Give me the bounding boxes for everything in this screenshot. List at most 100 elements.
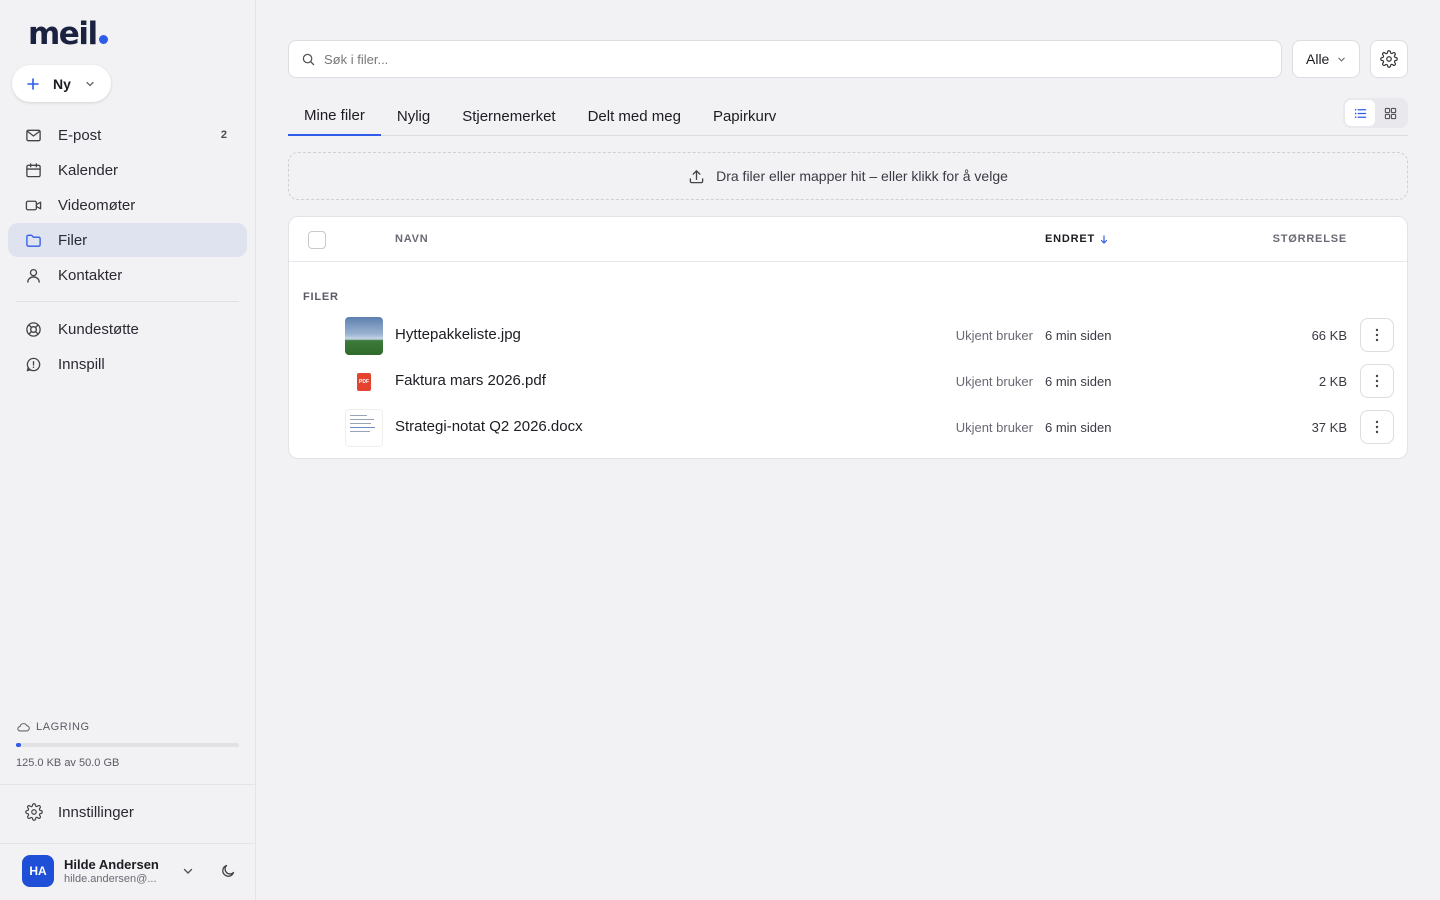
tab-trash[interactable]: Papirkurv	[697, 96, 792, 136]
more-vertical-icon	[1375, 328, 1379, 342]
tab-starred[interactable]: Stjernemerket	[446, 96, 571, 136]
sidebar: meil Ny E-post 2 Kalender Videomøter Fil…	[0, 0, 256, 900]
feedback-icon	[26, 357, 41, 371]
sidebar-item-label: Filer	[58, 231, 88, 249]
search-icon	[302, 53, 315, 65]
sidebar-item-video[interactable]: Videomøter	[8, 188, 247, 222]
storage-label: LAGRING	[36, 721, 90, 733]
more-options-button[interactable]	[1360, 318, 1394, 352]
file-size: 37 KB	[1311, 420, 1347, 435]
sidebar-item-support[interactable]: Kundestøtte	[8, 312, 247, 346]
new-button-label: Ny	[53, 75, 71, 92]
more-options-button[interactable]	[1360, 364, 1394, 398]
video-icon	[25, 200, 42, 210]
file-changed: 6 min siden	[1045, 328, 1112, 343]
filter-value: Alle	[1306, 51, 1330, 67]
user-icon	[27, 268, 40, 283]
grid-view-button[interactable]	[1375, 100, 1405, 126]
arrow-down-icon	[1100, 234, 1108, 244]
unread-count-badge: 2	[220, 129, 227, 141]
sidebar-item-label: Kontakter	[58, 266, 123, 284]
file-size: 2 KB	[1318, 374, 1347, 389]
storage-header: LAGRING	[16, 720, 239, 734]
sidebar-item-label: Videomøter	[58, 196, 136, 214]
gear-icon	[25, 803, 43, 821]
list-view-button[interactable]	[1345, 100, 1375, 126]
table-row[interactable]: Hyttepakkeliste.jpg Ukjent bruker 6 min …	[289, 313, 1407, 359]
sidebar-item-label: Kalender	[58, 161, 119, 179]
sidebar-item-contacts[interactable]: Kontakter	[8, 258, 247, 292]
file-settings-button[interactable]	[1370, 40, 1408, 78]
filter-select[interactable]: Alle	[1292, 40, 1360, 78]
table-row[interactable]: Strategi-notat Q2 2026.docx Ukjent bruke…	[289, 405, 1407, 451]
user-name: Hilde Andersen	[64, 857, 159, 872]
file-name[interactable]: Hyttepakkeliste.jpg	[395, 326, 521, 343]
storage-progress-fill	[16, 743, 21, 747]
file-name[interactable]: Strategi-notat Q2 2026.docx	[395, 418, 583, 435]
logo-text: meil	[28, 16, 98, 52]
table-row[interactable]: PDF Faktura mars 2026.pdf Ukjent bruker …	[289, 359, 1407, 405]
chevron-down-icon	[86, 81, 94, 86]
image-thumbnail	[345, 317, 383, 355]
select-all-checkbox[interactable]	[308, 231, 326, 249]
sidebar-item-label: Innspill	[58, 355, 105, 373]
lifebuoy-icon	[26, 321, 41, 337]
nav-divider	[16, 301, 239, 302]
sidebar-item-files[interactable]: Filer	[8, 223, 247, 257]
user-info: Hilde Andersen hilde.andersen@...	[64, 857, 164, 885]
sidebar-nav-main: E-post 2 Kalender Videomøter Filer Konta…	[8, 118, 247, 382]
file-table: NAVN ENDRET STØRRELSE FILER Hyttepakkeli…	[288, 216, 1408, 459]
storage-progress-bar	[16, 743, 239, 747]
settings-link[interactable]: Innstillinger	[25, 800, 134, 824]
sidebar-item-email[interactable]: E-post 2	[8, 118, 247, 152]
new-button[interactable]: Ny	[12, 65, 111, 102]
more-vertical-icon	[1375, 374, 1379, 388]
cloud-icon	[17, 723, 30, 732]
section-label: FILER	[303, 291, 339, 303]
column-header-size[interactable]: STØRRELSE	[1273, 233, 1347, 245]
logo[interactable]: meil	[28, 14, 108, 50]
calendar-icon	[26, 162, 41, 177]
tab-bar: Mine filer Nylig Stjernemerket Delt med …	[288, 96, 1408, 136]
divider	[0, 784, 255, 785]
more-vertical-icon	[1375, 420, 1379, 434]
sidebar-item-calendar[interactable]: Kalender	[8, 153, 247, 187]
file-size: 66 KB	[1311, 328, 1347, 343]
pdf-icon: PDF	[357, 373, 371, 391]
tab-recent[interactable]: Nylig	[381, 96, 446, 136]
mail-icon	[26, 129, 41, 141]
column-header-changed[interactable]: ENDRET	[1045, 233, 1108, 245]
storage-widget: LAGRING 125.0 KB av 50.0 GB	[16, 720, 239, 769]
storage-usage-text: 125.0 KB av 50.0 GB	[16, 757, 120, 769]
gear-icon	[1380, 50, 1398, 68]
file-owner: Ukjent bruker	[955, 374, 1033, 389]
avatar: HA	[22, 855, 54, 887]
view-toggle	[1343, 98, 1408, 128]
user-menu[interactable]: HA Hilde Andersen hilde.andersen@...	[22, 854, 242, 888]
upload-dropzone[interactable]: Dra filer eller mapper hit – eller klikk…	[288, 152, 1408, 200]
search-input[interactable]	[324, 51, 1224, 67]
sidebar-item-feedback[interactable]: Innspill	[8, 347, 247, 381]
moon-icon[interactable]	[220, 863, 236, 879]
divider	[0, 843, 255, 844]
pdf-thumbnail: PDF	[345, 363, 383, 401]
grid-icon	[1384, 107, 1396, 119]
settings-label: Innstillinger	[58, 803, 134, 821]
file-name[interactable]: Faktura mars 2026.pdf	[395, 372, 546, 389]
list-icon	[1354, 108, 1366, 118]
file-owner: Ukjent bruker	[955, 420, 1033, 435]
search-bar	[288, 40, 1282, 78]
file-changed: 6 min siden	[1045, 374, 1112, 389]
table-header: NAVN ENDRET STØRRELSE	[289, 217, 1407, 262]
more-options-button[interactable]	[1360, 410, 1394, 444]
column-header-name[interactable]: NAVN	[395, 233, 429, 245]
chevron-down-icon	[1338, 57, 1346, 62]
sidebar-item-label: Kundestøtte	[58, 320, 139, 338]
tab-shared[interactable]: Delt med meg	[572, 96, 697, 136]
logo-dot	[98, 35, 108, 44]
dropzone-text: Dra filer eller mapper hit – eller klikk…	[716, 168, 1008, 184]
sidebar-item-label: E-post	[58, 126, 102, 144]
chevron-down-icon[interactable]	[182, 865, 194, 877]
tab-my-files[interactable]: Mine filer	[288, 96, 381, 136]
column-header-changed-label: ENDRET	[1045, 233, 1096, 245]
